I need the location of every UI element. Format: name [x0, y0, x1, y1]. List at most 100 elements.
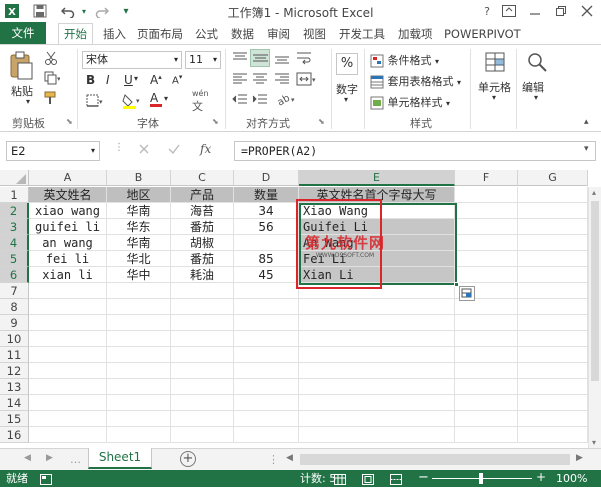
- empty-cell[interactable]: [29, 395, 107, 411]
- table-cell[interactable]: 华北: [107, 251, 171, 267]
- scroll-thumb[interactable]: [591, 201, 599, 381]
- table-cell[interactable]: 华中: [107, 267, 171, 283]
- horizontal-scroll-thumb[interactable]: [300, 454, 570, 465]
- align-center-icon[interactable]: [252, 72, 268, 89]
- conditional-format-button[interactable]: 条件格式 ▾: [370, 52, 439, 68]
- editing-button[interactable]: [526, 51, 548, 76]
- cut-icon[interactable]: [44, 51, 58, 68]
- tab-insert[interactable]: 插入: [103, 24, 126, 44]
- help-button[interactable]: ?: [476, 2, 498, 20]
- number-dropdown-icon[interactable]: ▾: [344, 95, 348, 104]
- row-header-4[interactable]: 4: [0, 235, 29, 251]
- row-header-8[interactable]: 8: [0, 299, 29, 315]
- cells-button[interactable]: [484, 51, 506, 76]
- header-cell[interactable]: [518, 187, 588, 203]
- align-bottom-icon[interactable]: [274, 51, 290, 68]
- result-cell[interactable]: Xiao Wang: [299, 203, 455, 219]
- empty-cell[interactable]: [234, 347, 299, 363]
- clipboard-launcher-icon[interactable]: ⬊: [66, 117, 73, 126]
- table-cell[interactable]: 华东: [107, 219, 171, 235]
- orientation-icon[interactable]: ab ▾: [276, 92, 298, 109]
- empty-cell[interactable]: [29, 331, 107, 347]
- column-header-d[interactable]: D: [234, 170, 299, 186]
- table-cell[interactable]: [455, 203, 518, 219]
- empty-cell[interactable]: [171, 411, 234, 427]
- restore-icon[interactable]: [550, 2, 572, 20]
- empty-cell[interactable]: [107, 427, 171, 443]
- empty-cell[interactable]: [518, 283, 588, 299]
- empty-cell[interactable]: [171, 395, 234, 411]
- empty-cell[interactable]: [518, 331, 588, 347]
- tab-view[interactable]: 视图: [303, 24, 326, 44]
- table-cell[interactable]: [518, 267, 588, 283]
- row-header-11[interactable]: 11: [0, 347, 29, 363]
- empty-cell[interactable]: [299, 411, 455, 427]
- empty-cell[interactable]: [518, 411, 588, 427]
- phonetic-guide-button[interactable]: wén 文: [192, 89, 209, 114]
- empty-cell[interactable]: [171, 347, 234, 363]
- empty-cell[interactable]: [455, 347, 518, 363]
- ribbon-display-icon[interactable]: [498, 2, 520, 20]
- empty-cell[interactable]: [299, 283, 455, 299]
- column-header-f[interactable]: F: [455, 170, 518, 186]
- table-cell[interactable]: 胡椒: [171, 235, 234, 251]
- cell-styles-button[interactable]: 单元格样式 ▾: [370, 94, 450, 110]
- tab-file[interactable]: 文件: [0, 22, 46, 44]
- table-cell[interactable]: 番茄: [171, 219, 234, 235]
- header-cell[interactable]: 英文姓名首个字母大写: [299, 187, 455, 203]
- table-cell[interactable]: [518, 251, 588, 267]
- tab-scroll-dots-icon[interactable]: …: [70, 453, 81, 466]
- empty-cell[interactable]: [29, 299, 107, 315]
- font-launcher-icon[interactable]: ⬊: [212, 117, 219, 126]
- row-header-10[interactable]: 10: [0, 331, 29, 347]
- empty-cell[interactable]: [107, 315, 171, 331]
- empty-cell[interactable]: [299, 347, 455, 363]
- underline-dropdown-icon[interactable]: ▾: [134, 74, 138, 83]
- font-name-combo[interactable]: 宋体 ▾: [82, 51, 182, 69]
- empty-cell[interactable]: [455, 411, 518, 427]
- empty-cell[interactable]: [171, 299, 234, 315]
- quick-analysis-button[interactable]: [459, 286, 475, 301]
- tab-review[interactable]: 审阅: [267, 24, 290, 44]
- underline-button[interactable]: U: [124, 73, 133, 87]
- table-cell[interactable]: guifei li: [29, 219, 107, 235]
- empty-cell[interactable]: [234, 363, 299, 379]
- scroll-up-icon[interactable]: ▴: [592, 188, 596, 197]
- align-top-icon[interactable]: [232, 51, 248, 68]
- empty-cell[interactable]: [234, 283, 299, 299]
- header-cell[interactable]: [455, 187, 518, 203]
- empty-cell[interactable]: [107, 363, 171, 379]
- table-cell[interactable]: [518, 235, 588, 251]
- italic-button[interactable]: I: [106, 73, 110, 87]
- empty-cell[interactable]: [29, 315, 107, 331]
- result-cell[interactable]: Xian Li: [299, 267, 455, 283]
- formula-input[interactable]: =PROPER(A2): [234, 141, 596, 161]
- row-header-16[interactable]: 16: [0, 427, 29, 443]
- table-cell[interactable]: 华南: [107, 203, 171, 219]
- vertical-scrollbar[interactable]: ▴ ▾: [588, 187, 601, 448]
- table-cell[interactable]: 华南: [107, 235, 171, 251]
- row-header-14[interactable]: 14: [0, 395, 29, 411]
- format-painter-icon[interactable]: [44, 91, 58, 108]
- empty-cell[interactable]: [455, 363, 518, 379]
- wrap-text-icon[interactable]: [296, 50, 312, 69]
- empty-cell[interactable]: [455, 379, 518, 395]
- result-cell[interactable]: Fei Li: [299, 251, 455, 267]
- empty-cell[interactable]: [455, 331, 518, 347]
- empty-cell[interactable]: [518, 347, 588, 363]
- merge-center-icon[interactable]: ▾: [296, 72, 318, 89]
- empty-cell[interactable]: [299, 363, 455, 379]
- empty-cell[interactable]: [234, 299, 299, 315]
- row-header-2[interactable]: 2: [0, 203, 29, 219]
- column-header-e[interactable]: E: [299, 170, 455, 186]
- empty-cell[interactable]: [107, 331, 171, 347]
- empty-cell[interactable]: [518, 363, 588, 379]
- result-cell[interactable]: Guifei Li: [299, 219, 455, 235]
- header-cell[interactable]: 地区: [107, 187, 171, 203]
- header-cell[interactable]: 产品: [171, 187, 234, 203]
- shrink-font-button[interactable]: A▾: [172, 73, 182, 86]
- empty-cell[interactable]: [299, 395, 455, 411]
- empty-cell[interactable]: [234, 331, 299, 347]
- table-cell[interactable]: 耗油: [171, 267, 234, 283]
- font-size-combo[interactable]: 11 ▾: [185, 51, 221, 69]
